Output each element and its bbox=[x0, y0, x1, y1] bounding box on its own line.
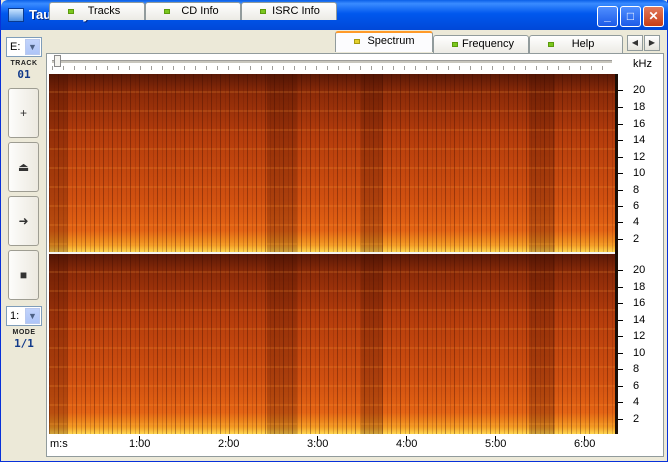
y-tick-label: 18 bbox=[633, 101, 646, 113]
track-label: TRACK bbox=[10, 60, 38, 67]
y-tick-label: 16 bbox=[633, 118, 646, 130]
y-tick-label: 8 bbox=[633, 184, 640, 196]
y-tick-mark bbox=[618, 303, 623, 304]
y-tick-label: 6 bbox=[633, 380, 640, 392]
tab-label: CD Info bbox=[181, 5, 219, 17]
mode-value: 1/1 bbox=[14, 337, 34, 350]
arrow-right-icon: ➜ bbox=[18, 214, 29, 228]
spectral-stripes bbox=[49, 74, 615, 252]
frequency-unit-label: kHz bbox=[633, 58, 652, 70]
y-tick-mark bbox=[618, 140, 623, 141]
y-tick-mark bbox=[618, 90, 623, 91]
spectrogram-right-channel bbox=[49, 254, 615, 434]
mode-select[interactable]: 1: ▼ bbox=[6, 306, 42, 326]
y-tick-label: 12 bbox=[633, 151, 646, 163]
maximize-button[interactable]: □ bbox=[620, 6, 641, 27]
close-button[interactable]: ✕ bbox=[643, 6, 664, 27]
y-tick-mark bbox=[618, 107, 623, 108]
tab-label: Frequency bbox=[462, 38, 514, 50]
x-tick-label: 3:00 bbox=[307, 438, 329, 450]
mode-label: MODE bbox=[12, 329, 36, 336]
stop-button[interactable]: ■ bbox=[8, 250, 39, 300]
y-tick-label: 4 bbox=[633, 396, 640, 408]
y-tick-label: 18 bbox=[633, 281, 646, 293]
tab-label: Tracks bbox=[87, 5, 121, 17]
y-tick-label: 12 bbox=[633, 330, 646, 342]
tab-scroll-left-button[interactable]: ◀ bbox=[627, 35, 643, 51]
tab-isrc-info[interactable]: ISRC Info bbox=[241, 2, 337, 20]
tab-label: Help bbox=[571, 38, 595, 50]
plus-icon: + bbox=[19, 106, 27, 120]
tab-frequency[interactable]: Frequency bbox=[433, 35, 529, 53]
tab-label: Spectrum bbox=[367, 35, 415, 47]
y-tick-mark bbox=[618, 222, 623, 223]
tab-tracks[interactable]: Tracks bbox=[49, 2, 145, 20]
y-tick-mark bbox=[618, 402, 623, 403]
x-tick-label: 5:00 bbox=[485, 438, 507, 450]
y-tick-mark bbox=[618, 419, 623, 420]
y-tick-mark bbox=[618, 287, 623, 288]
minimize-button[interactable]: _ bbox=[597, 6, 618, 27]
stop-icon: ■ bbox=[19, 268, 28, 282]
x-tick-label: 4:00 bbox=[396, 438, 418, 450]
spectrogram-edge bbox=[615, 74, 618, 434]
tab-scroll-right-button[interactable]: ▶ bbox=[644, 35, 660, 51]
y-tick-label: 10 bbox=[633, 347, 646, 359]
spectrogram-left-channel bbox=[49, 74, 615, 252]
y-tick-mark bbox=[618, 206, 623, 207]
y-tick-label: 16 bbox=[633, 297, 646, 309]
y-tick-mark bbox=[618, 157, 623, 158]
app-window: Tau Analyzer - 1.2 _ □ ✕ E: ▼ TRACK 01 +… bbox=[0, 0, 668, 462]
chevron-down-icon[interactable]: ▼ bbox=[25, 308, 40, 324]
mode-select-value: 1: bbox=[10, 310, 20, 322]
x-axis-label: m:s bbox=[50, 438, 68, 450]
y-tick-mark bbox=[618, 239, 623, 240]
y-tick-label: 2 bbox=[633, 413, 640, 425]
x-tick-label: 2:00 bbox=[218, 438, 240, 450]
y-tick-mark bbox=[618, 336, 623, 337]
y-tick-mark bbox=[618, 369, 623, 370]
y-tick-label: 10 bbox=[633, 167, 646, 179]
y-tick-mark bbox=[618, 124, 623, 125]
y-tick-label: 14 bbox=[633, 314, 646, 326]
y-tick-mark bbox=[618, 190, 623, 191]
y-tick-label: 6 bbox=[633, 200, 640, 212]
x-tick-label: 1:00 bbox=[129, 438, 151, 450]
eject-icon: ⏏ bbox=[17, 160, 30, 174]
y-tick-mark bbox=[618, 386, 623, 387]
drive-select[interactable]: E: ▼ bbox=[6, 37, 42, 57]
y-tick-mark bbox=[618, 270, 623, 271]
y-tick-label: 14 bbox=[633, 134, 646, 146]
track-number: 01 bbox=[17, 68, 31, 81]
drive-select-value: E: bbox=[10, 41, 21, 53]
y-tick-mark bbox=[618, 173, 623, 174]
position-slider-track[interactable] bbox=[52, 60, 612, 63]
y-tick-label: 4 bbox=[633, 216, 640, 228]
y-tick-label: 2 bbox=[633, 233, 640, 245]
y-tick-label: 20 bbox=[633, 264, 646, 276]
y-tick-label: 20 bbox=[633, 84, 646, 96]
y-tick-mark bbox=[618, 320, 623, 321]
tab-help[interactable]: Help bbox=[529, 35, 623, 53]
tab-label: ISRC Info bbox=[272, 5, 320, 17]
y-tick-label: 8 bbox=[633, 363, 640, 375]
y-tick-mark bbox=[618, 353, 623, 354]
spectral-stripes bbox=[49, 254, 615, 434]
eject-button[interactable]: ⏏ bbox=[8, 142, 39, 192]
x-tick-label: 6:00 bbox=[574, 438, 596, 450]
app-icon bbox=[8, 8, 24, 22]
add-button[interactable]: + bbox=[8, 88, 39, 138]
position-slider-ticks bbox=[52, 66, 612, 70]
tab-spectrum[interactable]: Spectrum bbox=[335, 31, 433, 52]
tab-cd-info[interactable]: CD Info bbox=[145, 2, 241, 20]
chevron-down-icon[interactable]: ▼ bbox=[25, 39, 40, 55]
next-button[interactable]: ➜ bbox=[8, 196, 39, 246]
